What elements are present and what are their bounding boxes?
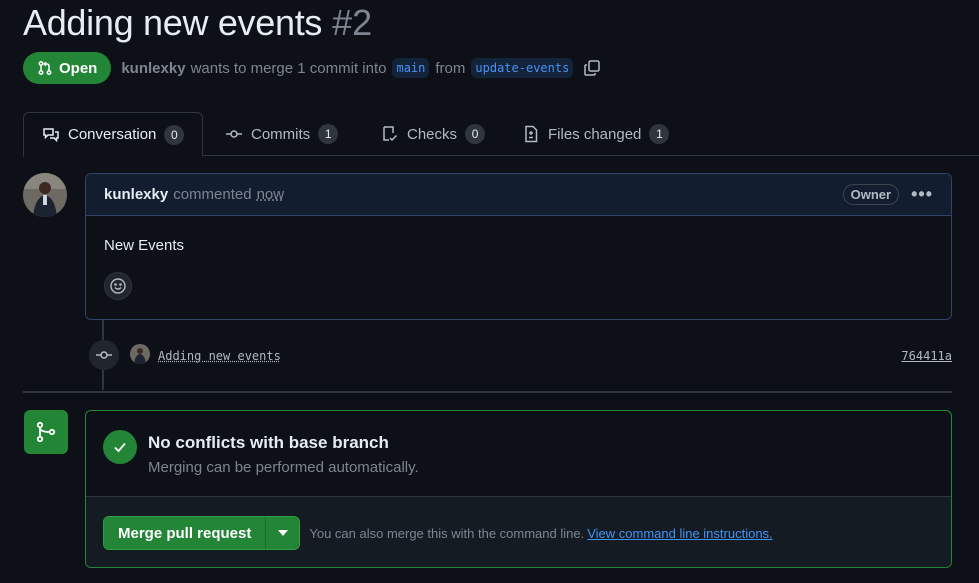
merge-button-group: Merge pull request — [103, 516, 301, 550]
tab-commits[interactable]: Commits 1 — [225, 112, 339, 156]
commit-message-link[interactable]: Adding new events — [158, 349, 281, 363]
avatar[interactable] — [130, 344, 150, 364]
tab-label: Commits — [251, 125, 311, 143]
merge-status-subtitle: Merging can be performed automatically. — [148, 459, 419, 476]
smiley-icon — [110, 278, 126, 294]
comment-header: kunlexky commented now Owner ••• — [86, 174, 951, 216]
check-icon — [103, 430, 137, 464]
state-label: Open — [59, 59, 98, 77]
copy-icon[interactable] — [583, 59, 601, 77]
tab-label: Conversation — [68, 126, 157, 143]
comment-box: kunlexky commented now Owner ••• New Eve… — [85, 173, 952, 320]
checklist-icon — [383, 126, 398, 142]
pr-author-link[interactable]: kunlexky — [121, 60, 185, 77]
triangle-down-icon — [277, 530, 288, 536]
tab-files-changed[interactable]: Files changed 1 — [522, 112, 670, 156]
from-label: from — [435, 59, 466, 77]
tab-checks[interactable]: Checks 0 — [381, 112, 486, 156]
git-commit-icon — [226, 130, 242, 138]
comment-author[interactable]: kunlexky — [104, 186, 168, 203]
pr-tabs: Conversation 0 Commits 1 Checks 0 Files … — [23, 112, 979, 157]
pr-meta: Open kunlexky wants to merge 1 commit in… — [23, 52, 601, 84]
commit-sha-link[interactable]: 764411a — [901, 349, 952, 363]
head-branch[interactable]: update-events — [471, 58, 574, 78]
kebab-horizontal-icon[interactable]: ••• — [911, 184, 933, 205]
timeline-commit: Adding new events 764411a — [130, 342, 952, 366]
comment-text: New Events — [104, 237, 185, 254]
pr-number: #2 — [332, 2, 373, 43]
tab-label: Checks — [407, 125, 458, 143]
owner-badge: Owner — [842, 184, 900, 205]
merge-description: wants to merge 1 commit into — [190, 59, 387, 77]
avatar[interactable] — [23, 173, 67, 217]
comment-action: commented — [173, 186, 252, 203]
merge-method-dropdown[interactable] — [265, 517, 300, 549]
git-merge-icon — [24, 410, 68, 454]
git-pull-request-icon — [38, 61, 52, 75]
merge-hint-text: You can also merge this with the command… — [309, 525, 585, 541]
comment-body: New Events — [86, 216, 951, 300]
tab-label: Files changed — [548, 125, 642, 143]
merge-status: No conflicts with base branch Merging ca… — [86, 411, 951, 497]
tab-counter: 1 — [649, 124, 670, 144]
git-commit-icon — [89, 340, 119, 370]
tab-counter: 0 — [164, 124, 185, 145]
timeline-divider — [23, 391, 952, 393]
pr-title-row: Adding new events #2 — [23, 2, 372, 46]
tab-conversation[interactable]: Conversation 0 — [23, 112, 204, 157]
command-line-instructions-link[interactable]: View command line instructions. — [587, 526, 772, 541]
merge-pull-request-button[interactable]: Merge pull request — [104, 517, 266, 549]
merge-box: No conflicts with base branch Merging ca… — [85, 410, 952, 568]
comment-timestamp[interactable]: now — [257, 186, 285, 203]
merge-actions: Merge pull request You can also merge th… — [86, 497, 951, 567]
tab-counter: 1 — [318, 124, 339, 144]
pr-title: Adding new events — [23, 2, 323, 43]
comment-discussion-icon — [43, 127, 59, 142]
add-reaction-button[interactable] — [104, 272, 132, 300]
base-branch[interactable]: main — [392, 58, 430, 78]
merge-status-title: No conflicts with base branch — [148, 433, 389, 452]
tab-counter: 0 — [465, 124, 486, 144]
state-badge: Open — [23, 52, 112, 84]
file-diff-icon — [525, 125, 538, 143]
